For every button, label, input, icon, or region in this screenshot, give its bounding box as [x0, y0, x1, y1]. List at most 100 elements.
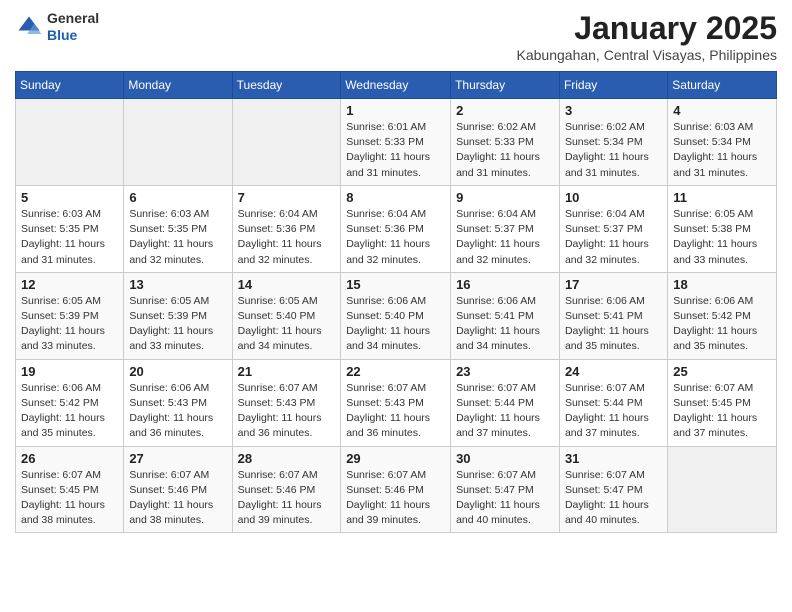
- day-cell: 7 Sunrise: 6:04 AMSunset: 5:36 PMDaylight…: [232, 185, 341, 272]
- day-cell: [16, 99, 124, 186]
- day-cell: 12 Sunrise: 6:05 AMSunset: 5:39 PMDayligh…: [16, 272, 124, 359]
- day-info: Sunrise: 6:03 AMSunset: 5:35 PMDaylight:…: [129, 207, 226, 268]
- day-cell: 11 Sunrise: 6:05 AMSunset: 5:38 PMDayligh…: [668, 185, 777, 272]
- day-number: 30: [456, 451, 554, 466]
- day-cell: 28 Sunrise: 6:07 AMSunset: 5:46 PMDayligh…: [232, 446, 341, 533]
- day-cell: 13 Sunrise: 6:05 AMSunset: 5:39 PMDayligh…: [124, 272, 232, 359]
- day-number: 11: [673, 190, 771, 205]
- day-info: Sunrise: 6:07 AMSunset: 5:46 PMDaylight:…: [238, 468, 336, 529]
- day-info: Sunrise: 6:07 AMSunset: 5:47 PMDaylight:…: [565, 468, 662, 529]
- day-cell: 17 Sunrise: 6:06 AMSunset: 5:41 PMDayligh…: [559, 272, 667, 359]
- day-cell: 6 Sunrise: 6:03 AMSunset: 5:35 PMDaylight…: [124, 185, 232, 272]
- logo-text-general: General: [47, 10, 99, 26]
- day-number: 26: [21, 451, 118, 466]
- location: Kabungahan, Central Visayas, Philippines: [517, 47, 777, 63]
- day-info: Sunrise: 6:04 AMSunset: 5:36 PMDaylight:…: [346, 207, 445, 268]
- day-cell: 14Sunrise: 6:05 AMSunset: 5:40 PMDayligh…: [232, 272, 341, 359]
- day-number: 17: [565, 277, 662, 292]
- day-number: 9: [456, 190, 554, 205]
- day-number: 1: [346, 103, 445, 118]
- day-cell: 16Sunrise: 6:06 AMSunset: 5:41 PMDayligh…: [451, 272, 560, 359]
- day-info: Sunrise: 6:06 AMSunset: 5:41 PMDaylight:…: [565, 294, 662, 355]
- day-cell: 23Sunrise: 6:07 AMSunset: 5:44 PMDayligh…: [451, 359, 560, 446]
- weekday-header-wednesday: Wednesday: [341, 72, 451, 99]
- day-number: 21: [238, 364, 336, 379]
- day-number: 23: [456, 364, 554, 379]
- day-number: 15: [346, 277, 445, 292]
- day-number: 29: [346, 451, 445, 466]
- week-row-2: 5 Sunrise: 6:03 AMSunset: 5:35 PMDaylight…: [16, 185, 777, 272]
- day-cell: 18 Sunrise: 6:06 AMSunset: 5:42 PMDayligh…: [668, 272, 777, 359]
- day-info: Sunrise: 6:06 AMSunset: 5:42 PMDaylight:…: [21, 381, 118, 442]
- day-number: 3: [565, 103, 662, 118]
- day-number: 27: [129, 451, 226, 466]
- day-info: Sunrise: 6:07 AMSunset: 5:45 PMDaylight:…: [21, 468, 118, 529]
- month-title: January 2025: [517, 10, 777, 47]
- header: General Blue January 2025 Kabungahan, Ce…: [15, 10, 777, 63]
- day-info: Sunrise: 6:04 AMSunset: 5:37 PMDaylight:…: [565, 207, 662, 268]
- day-number: 6: [129, 190, 226, 205]
- weekday-header-tuesday: Tuesday: [232, 72, 341, 99]
- day-number: 10: [565, 190, 662, 205]
- day-info: Sunrise: 6:05 AMSunset: 5:39 PMDaylight:…: [21, 294, 118, 355]
- day-cell: 5 Sunrise: 6:03 AMSunset: 5:35 PMDaylight…: [16, 185, 124, 272]
- day-info: Sunrise: 6:06 AMSunset: 5:43 PMDaylight:…: [129, 381, 226, 442]
- logo: General Blue: [15, 10, 99, 44]
- day-cell: 21 Sunrise: 6:07 AMSunset: 5:43 PMDayligh…: [232, 359, 341, 446]
- week-row-1: 1 Sunrise: 6:01 AMSunset: 5:33 PMDaylight…: [16, 99, 777, 186]
- day-number: 13: [129, 277, 226, 292]
- day-info: Sunrise: 6:07 AMSunset: 5:43 PMDaylight:…: [346, 381, 445, 442]
- day-info: Sunrise: 6:07 AMSunset: 5:43 PMDaylight:…: [238, 381, 336, 442]
- logo-icon: [15, 13, 43, 41]
- calendar-table: SundayMondayTuesdayWednesdayThursdayFrid…: [15, 71, 777, 533]
- logo-text-blue: Blue: [47, 27, 77, 43]
- day-number: 5: [21, 190, 118, 205]
- day-cell: 1 Sunrise: 6:01 AMSunset: 5:33 PMDaylight…: [341, 99, 451, 186]
- day-cell: 8Sunrise: 6:04 AMSunset: 5:36 PMDaylight…: [341, 185, 451, 272]
- day-number: 25: [673, 364, 771, 379]
- day-info: Sunrise: 6:07 AMSunset: 5:46 PMDaylight:…: [346, 468, 445, 529]
- day-number: 18: [673, 277, 771, 292]
- day-cell: 22 Sunrise: 6:07 AMSunset: 5:43 PMDayligh…: [341, 359, 451, 446]
- weekday-header-row: SundayMondayTuesdayWednesdayThursdayFrid…: [16, 72, 777, 99]
- day-number: 22: [346, 364, 445, 379]
- title-area: January 2025 Kabungahan, Central Visayas…: [517, 10, 777, 63]
- day-cell: 26 Sunrise: 6:07 AMSunset: 5:45 PMDayligh…: [16, 446, 124, 533]
- day-info: Sunrise: 6:05 AMSunset: 5:40 PMDaylight:…: [238, 294, 336, 355]
- day-cell: [124, 99, 232, 186]
- day-cell: 25 Sunrise: 6:07 AMSunset: 5:45 PMDayligh…: [668, 359, 777, 446]
- day-info: Sunrise: 6:05 AMSunset: 5:38 PMDaylight:…: [673, 207, 771, 268]
- day-cell: 27Sunrise: 6:07 AMSunset: 5:46 PMDayligh…: [124, 446, 232, 533]
- day-info: Sunrise: 6:05 AMSunset: 5:39 PMDaylight:…: [129, 294, 226, 355]
- day-number: 12: [21, 277, 118, 292]
- week-row-3: 12 Sunrise: 6:05 AMSunset: 5:39 PMDayligh…: [16, 272, 777, 359]
- weekday-header-friday: Friday: [559, 72, 667, 99]
- day-info: Sunrise: 6:03 AMSunset: 5:35 PMDaylight:…: [21, 207, 118, 268]
- day-info: Sunrise: 6:02 AMSunset: 5:33 PMDaylight:…: [456, 120, 554, 181]
- day-info: Sunrise: 6:07 AMSunset: 5:45 PMDaylight:…: [673, 381, 771, 442]
- weekday-header-saturday: Saturday: [668, 72, 777, 99]
- week-row-4: 19 Sunrise: 6:06 AMSunset: 5:42 PMDayligh…: [16, 359, 777, 446]
- day-number: 16: [456, 277, 554, 292]
- day-number: 31: [565, 451, 662, 466]
- day-number: 20: [129, 364, 226, 379]
- day-cell: 31 Sunrise: 6:07 AMSunset: 5:47 PMDayligh…: [559, 446, 667, 533]
- day-cell: 15Sunrise: 6:06 AMSunset: 5:40 PMDayligh…: [341, 272, 451, 359]
- day-cell: 3 Sunrise: 6:02 AMSunset: 5:34 PMDaylight…: [559, 99, 667, 186]
- day-cell: 24Sunrise: 6:07 AMSunset: 5:44 PMDayligh…: [559, 359, 667, 446]
- day-cell: 29 Sunrise: 6:07 AMSunset: 5:46 PMDayligh…: [341, 446, 451, 533]
- day-cell: 20 Sunrise: 6:06 AMSunset: 5:43 PMDayligh…: [124, 359, 232, 446]
- weekday-header-thursday: Thursday: [451, 72, 560, 99]
- day-info: Sunrise: 6:04 AMSunset: 5:37 PMDaylight:…: [456, 207, 554, 268]
- day-number: 28: [238, 451, 336, 466]
- week-row-5: 26 Sunrise: 6:07 AMSunset: 5:45 PMDayligh…: [16, 446, 777, 533]
- day-number: 7: [238, 190, 336, 205]
- day-info: Sunrise: 6:06 AMSunset: 5:42 PMDaylight:…: [673, 294, 771, 355]
- day-info: Sunrise: 6:03 AMSunset: 5:34 PMDaylight:…: [673, 120, 771, 181]
- day-cell: 9 Sunrise: 6:04 AMSunset: 5:37 PMDaylight…: [451, 185, 560, 272]
- day-info: Sunrise: 6:02 AMSunset: 5:34 PMDaylight:…: [565, 120, 662, 181]
- day-info: Sunrise: 6:01 AMSunset: 5:33 PMDaylight:…: [346, 120, 445, 181]
- day-info: Sunrise: 6:04 AMSunset: 5:36 PMDaylight:…: [238, 207, 336, 268]
- day-number: 19: [21, 364, 118, 379]
- day-number: 24: [565, 364, 662, 379]
